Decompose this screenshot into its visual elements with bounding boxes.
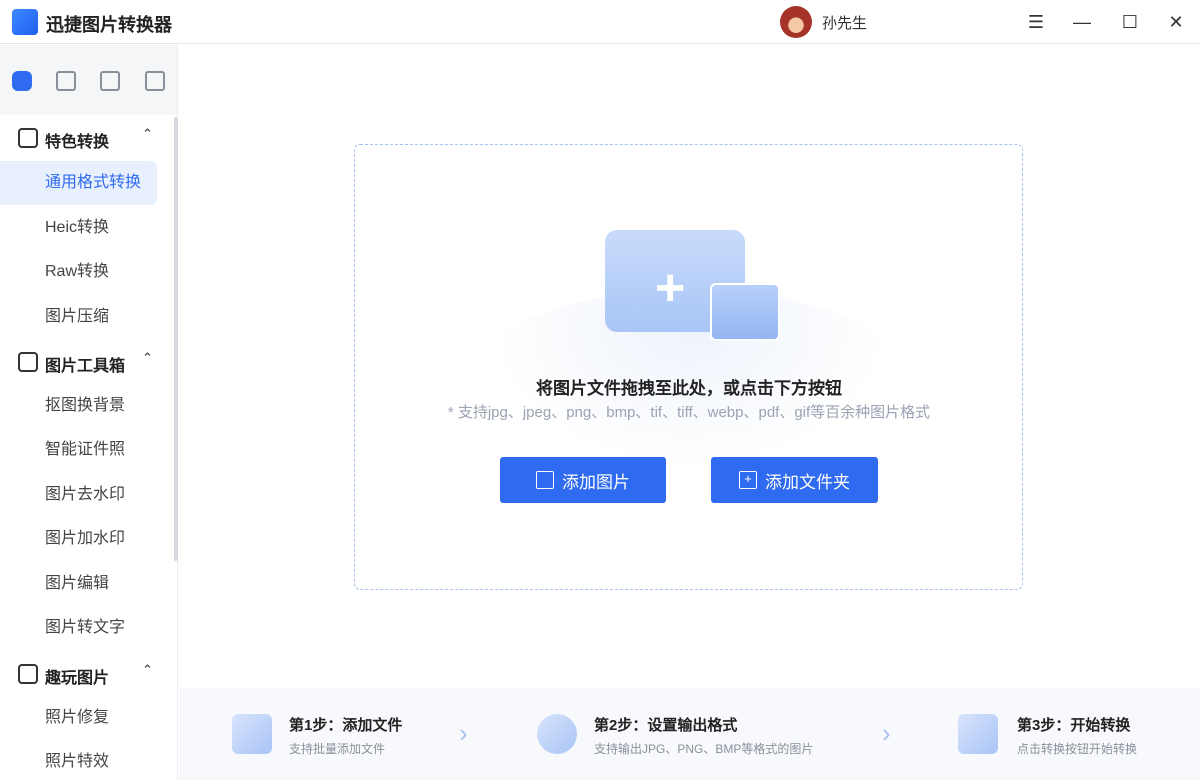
convert-step-icon — [958, 714, 998, 754]
sidebar-item-photo-repair[interactable]: 照片修复 — [0, 696, 157, 740]
convert-icon — [18, 128, 38, 148]
chevron-up-icon[interactable]: ⌃ — [142, 126, 153, 142]
tasks-icon[interactable] — [145, 71, 165, 91]
maximize-button[interactable]: ☐ — [1118, 10, 1142, 34]
step-2-desc: 支持输出JPG、PNG、BMP等格式的图片 — [594, 740, 813, 757]
app-logo-icon — [12, 9, 38, 35]
steps-footer: 第1步：添加文件 支持批量添加文件 › 第2步：设置输出格式 支持输出JPG、P… — [179, 688, 1200, 780]
sidebar-item-remove-watermark[interactable]: 图片去水印 — [0, 473, 157, 517]
step-3-desc: 点击转换按钮开始转换 — [1017, 740, 1137, 757]
app-title: 迅捷图片转换器 — [46, 11, 172, 37]
add-folder-button[interactable]: + 添加文件夹 — [711, 457, 878, 503]
folder-plus-icon: + — [739, 471, 757, 489]
sidebar-item-edit[interactable]: 图片编辑 — [0, 562, 157, 606]
sidebar-icon-bar — [0, 45, 177, 115]
group-label: 特色转换 — [45, 128, 109, 152]
plus-icon: + — [655, 262, 685, 314]
step-2-title: 第2步：设置输出格式 — [594, 714, 737, 735]
drop-title: 将图片文件拖拽至此处，或点击下方按钮 — [0, 374, 1200, 399]
sidebar-item-id-photo[interactable]: 智能证件照 — [0, 428, 157, 472]
settings-step-icon — [537, 714, 577, 754]
title-bar: 迅捷图片转换器 孙先生 ☰ — ☐ ✕ — [0, 0, 1200, 44]
close-button[interactable]: ✕ — [1164, 10, 1188, 34]
supported-formats: * 支持jpg、jpeg、png、bmp、tif、tiff、webp、pdf、g… — [0, 401, 1200, 422]
sidebar-item-compress[interactable]: 图片压缩 — [0, 295, 157, 339]
toolbox-icon[interactable] — [56, 71, 76, 91]
add-image-label: 添加图片 — [562, 468, 630, 493]
group-special-convert[interactable]: 特色转换 ⌃ — [0, 118, 170, 158]
step-1-desc: 支持批量添加文件 — [289, 740, 385, 757]
sidebar-item-general-convert[interactable]: 通用格式转换 — [0, 161, 157, 205]
step-1-title: 第1步：添加文件 — [289, 714, 402, 735]
sidebar-item-ocr[interactable]: 图片转文字 — [0, 606, 157, 650]
avatar[interactable] — [780, 6, 812, 38]
group-fun-images[interactable]: 趣玩图片 ⌃ — [0, 654, 170, 694]
sidebar-scrollbar[interactable] — [174, 117, 178, 561]
minimize-button[interactable]: — — [1070, 10, 1094, 34]
convert-icon[interactable] — [12, 71, 32, 91]
chevron-up-icon[interactable]: ⌃ — [142, 350, 153, 366]
step-3-title: 第3步：开始转换 — [1017, 714, 1130, 735]
sidebar-item-photo-effects[interactable]: 照片特效 — [0, 740, 157, 784]
add-folder-label: 添加文件夹 — [765, 468, 850, 493]
add-image-button[interactable]: 添加图片 — [500, 457, 666, 503]
sidebar-item-raw[interactable]: Raw转换 — [0, 250, 157, 294]
fun-image-icon — [18, 664, 38, 684]
sidebar-item-add-watermark[interactable]: 图片加水印 — [0, 517, 157, 561]
chevron-up-icon[interactable]: ⌃ — [142, 662, 153, 678]
chevron-right-icon: › — [459, 718, 468, 749]
group-label: 图片工具箱 — [45, 352, 125, 376]
menu-button[interactable]: ☰ — [1024, 10, 1048, 34]
sidebar-item-heic[interactable]: Heic转换 — [0, 206, 157, 250]
fun-image-icon[interactable] — [100, 71, 120, 91]
image-illustration-icon — [710, 283, 780, 341]
group-label: 趣玩图片 — [45, 664, 109, 688]
toolbox-icon — [18, 352, 38, 372]
image-icon — [536, 471, 554, 489]
add-file-step-icon — [232, 714, 272, 754]
chevron-right-icon: › — [882, 718, 891, 749]
user-name[interactable]: 孙先生 — [822, 12, 867, 33]
